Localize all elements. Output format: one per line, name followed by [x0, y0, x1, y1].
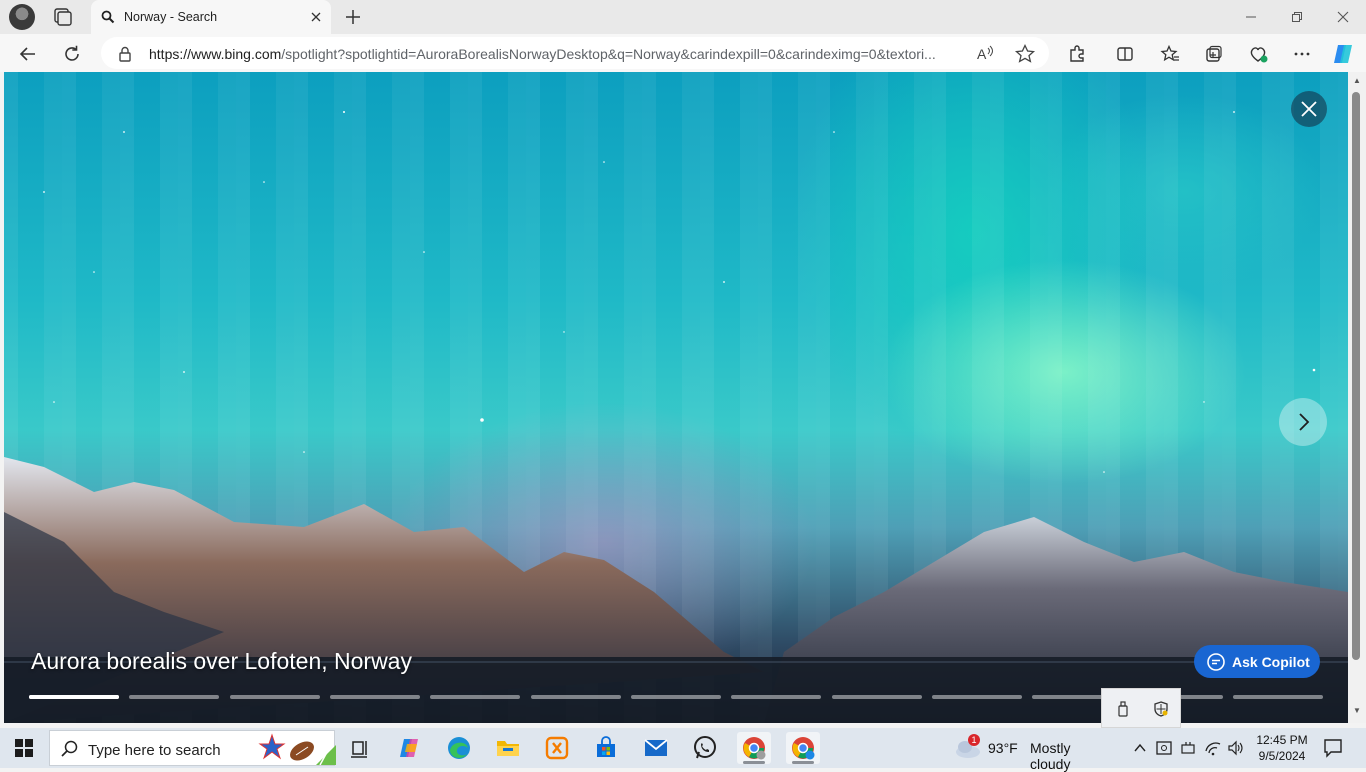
close-window-button[interactable] — [1320, 0, 1366, 34]
tab-title: Norway - Search — [124, 10, 218, 24]
volume-icon[interactable] — [1226, 738, 1246, 758]
progress-segment[interactable] — [831, 695, 922, 699]
progress-segment[interactable] — [229, 695, 320, 699]
security-shield-icon[interactable] — [1152, 700, 1170, 718]
chrome-profile-2-icon[interactable] — [786, 732, 820, 764]
progress-segment[interactable] — [29, 695, 120, 699]
scrollbar-thumb[interactable] — [1352, 92, 1360, 660]
weather-widget[interactable]: 1 93°F Mostly cloudy — [954, 734, 1114, 772]
browser-essentials-icon[interactable] — [1247, 42, 1271, 66]
svg-text:A: A — [977, 46, 987, 62]
next-image-button[interactable] — [1279, 398, 1327, 446]
clock-time: 12:45 PM — [1256, 733, 1308, 747]
page-scrollbar[interactable]: ▲ ▼ — [1348, 72, 1366, 723]
collections-icon[interactable] — [1202, 42, 1226, 66]
progress-segment[interactable] — [329, 695, 420, 699]
usb-icon[interactable] — [1114, 700, 1132, 718]
url-path: /spotlight?spotlightid=AuroraBorealisNor… — [281, 46, 936, 62]
weather-condition: Mostly cloudy — [1030, 740, 1071, 772]
progress-segment[interactable] — [530, 695, 621, 699]
ask-copilot-button[interactable]: Ask Copilot — [1194, 645, 1320, 678]
browser-toolbar: https://www.bing.com/spotlight?spotlight… — [0, 34, 1366, 72]
url-host: https://www.bing.com — [149, 46, 282, 62]
extensions-icon[interactable] — [1065, 42, 1089, 66]
task-view-icon[interactable] — [343, 732, 377, 764]
scroll-up-icon[interactable]: ▲ — [1353, 76, 1361, 85]
system-monitor-icon[interactable] — [1154, 738, 1174, 758]
mail-icon[interactable] — [639, 732, 673, 764]
back-button[interactable] — [14, 40, 42, 68]
system-clock[interactable]: 12:45 PM 9/5/2024 — [1252, 732, 1312, 764]
favorite-star-icon[interactable] — [1014, 43, 1036, 65]
more-options-icon[interactable] — [1290, 42, 1314, 66]
microsoft-store-icon[interactable] — [589, 732, 623, 764]
taskbar-search-box[interactable]: Type here to search — [49, 730, 336, 766]
tray-overflow-popup — [1101, 688, 1181, 728]
copilot-app-icon[interactable] — [393, 732, 427, 764]
spotlight-caption: Aurora borealis over Lofoten, Norway — [31, 648, 412, 674]
taskbar: Type here to search 1 93°F Mostly cloudy… — [0, 728, 1366, 772]
search-highlight-art-icon — [258, 733, 336, 766]
copilot-icon[interactable] — [1331, 42, 1355, 66]
split-screen-icon[interactable] — [1113, 42, 1137, 66]
chat-bubble-icon — [1206, 652, 1226, 672]
progress-segment[interactable] — [731, 695, 822, 699]
progress-segment[interactable] — [129, 695, 220, 699]
weather-alert-badge: 1 — [968, 734, 980, 746]
minimize-button[interactable] — [1228, 0, 1274, 34]
notifications-icon[interactable] — [1322, 737, 1344, 759]
search-icon — [60, 739, 80, 764]
progress-segment[interactable] — [931, 695, 1022, 699]
spotlight-viewer: Aurora borealis over Lofoten, Norway Ask… — [4, 72, 1348, 723]
new-tab-button[interactable] — [342, 6, 364, 28]
progress-segment[interactable] — [1232, 695, 1323, 699]
read-aloud-icon[interactable]: A — [975, 43, 997, 65]
close-spotlight-button[interactable] — [1291, 91, 1327, 127]
scroll-down-icon[interactable]: ▼ — [1353, 706, 1361, 715]
windows-start-icon[interactable] — [14, 738, 34, 758]
browser-titlebar: Norway - Search — [0, 0, 1366, 34]
file-explorer-icon[interactable] — [491, 732, 525, 764]
favorites-icon[interactable] — [1158, 42, 1182, 66]
tab-norway-search[interactable]: Norway - Search — [91, 0, 331, 34]
address-bar[interactable]: https://www.bing.com/spotlight?spotlight… — [101, 37, 1049, 69]
chrome-profile-1-icon[interactable] — [737, 732, 771, 764]
progress-segment[interactable] — [630, 695, 721, 699]
xampp-icon[interactable] — [540, 732, 574, 764]
wifi-icon[interactable] — [1203, 738, 1223, 758]
weather-temperature: 93°F — [988, 740, 1018, 756]
plugged-in-battery-icon[interactable] — [1178, 738, 1198, 758]
edge-browser-icon[interactable] — [442, 732, 476, 764]
search-icon — [101, 10, 115, 24]
progress-segment-fill — [29, 695, 120, 699]
mountain-silhouette — [4, 457, 1348, 723]
workspaces-icon[interactable] — [50, 6, 74, 28]
url-text[interactable]: https://www.bing.com/spotlight?spotlight… — [149, 46, 964, 62]
show-hidden-icons-chevron-icon[interactable] — [1130, 738, 1150, 758]
search-placeholder: Type here to search — [88, 742, 221, 759]
lock-icon[interactable] — [118, 46, 132, 67]
progress-segment[interactable] — [430, 695, 521, 699]
restore-button[interactable] — [1274, 0, 1320, 34]
refresh-button[interactable] — [58, 40, 86, 68]
whatsapp-icon[interactable] — [688, 732, 722, 764]
tab-close-icon[interactable] — [307, 8, 325, 26]
profile-avatar[interactable] — [9, 4, 35, 30]
clock-date: 9/5/2024 — [1258, 749, 1306, 763]
ask-copilot-label: Ask Copilot — [1232, 653, 1310, 670]
